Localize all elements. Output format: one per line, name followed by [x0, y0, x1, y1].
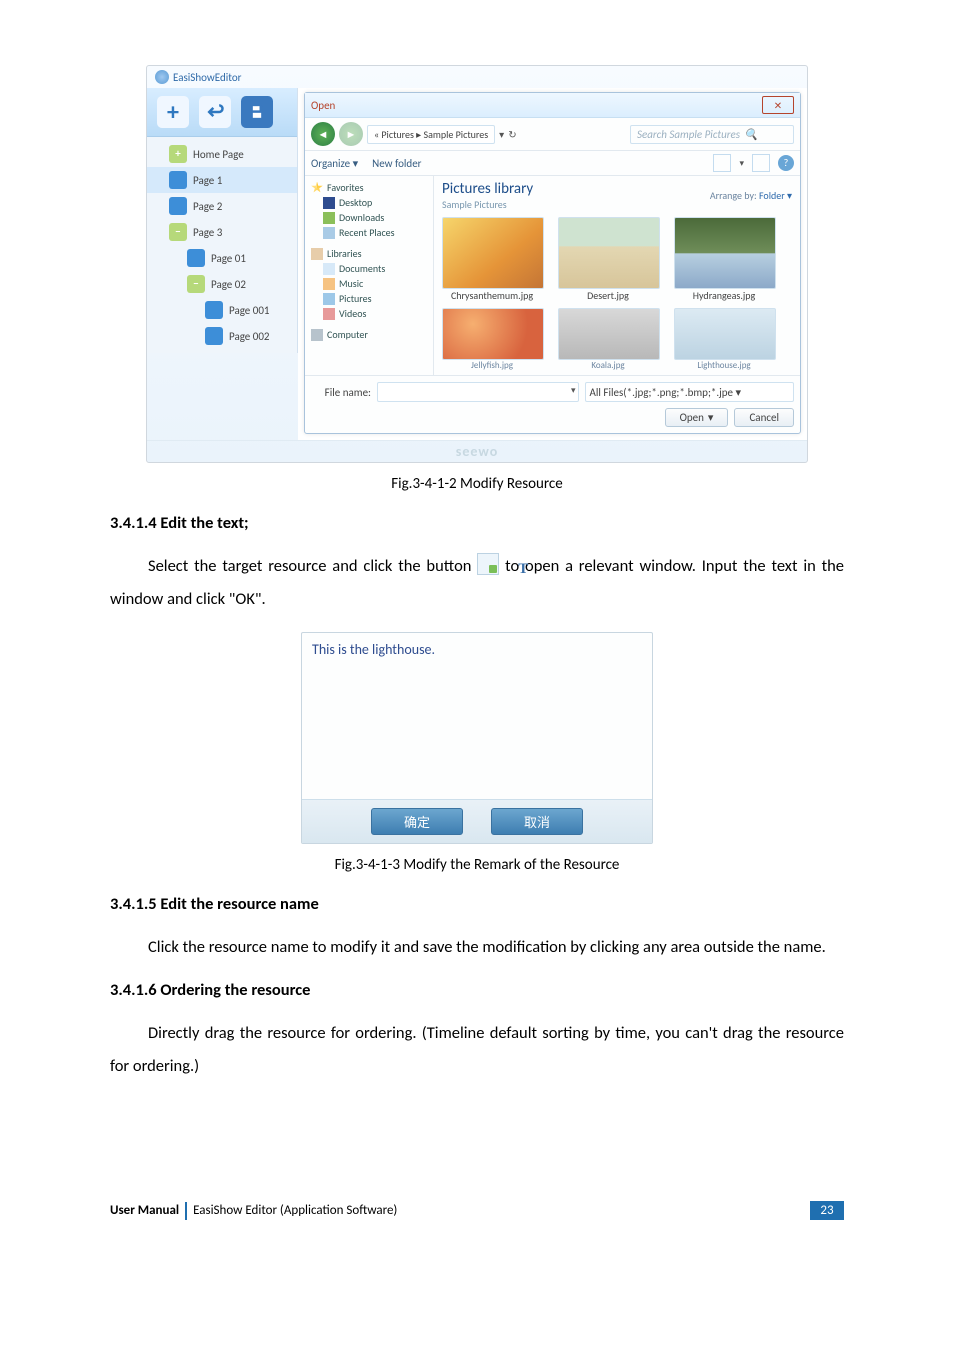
thumbnail-icon	[674, 308, 776, 360]
tree-libraries[interactable]: Libraries	[309, 246, 429, 261]
figure-caption: Fig.3-4-1-2 Modify Resource	[110, 475, 844, 493]
page-tree-item[interactable]: Page 001	[147, 297, 297, 323]
ok-button[interactable]: 确定	[371, 808, 463, 835]
thumbnail-icon	[442, 217, 544, 289]
page-tree-item[interactable]: Page 2	[147, 193, 297, 219]
file-thumb[interactable]: Hydrangeas.jpg	[674, 217, 774, 302]
page-footer: User Manual EasiShow Editor (Application…	[110, 1201, 844, 1220]
back-button[interactable]: ◄	[311, 122, 335, 146]
brand-logo: seewo	[147, 440, 807, 462]
figure-caption: Fig.3-4-1-3 Modify the Remark of the Res…	[110, 856, 844, 874]
file-thumb[interactable]: Jellyfish.jpg	[442, 308, 542, 371]
save-button[interactable]	[241, 96, 273, 128]
thumbnail-icon	[558, 217, 660, 289]
tree-downloads[interactable]: Downloads	[309, 210, 429, 225]
library-title: Pictures library	[442, 180, 533, 198]
expand-icon[interactable]: +	[169, 145, 187, 163]
undo-button[interactable]	[199, 96, 231, 128]
filename-input[interactable]: ▾	[377, 382, 579, 402]
remark-textarea[interactable]: This is the lighthouse.	[302, 633, 652, 799]
page-icon	[187, 249, 205, 267]
section-heading: 3.4.1.5 Edit the resource name	[110, 894, 844, 914]
filetype-filter[interactable]: All Files(*.jpg;*.png;*.bmp;*.jpe ▾	[585, 382, 795, 402]
page-tree-item[interactable]: Page 1	[147, 167, 297, 193]
file-thumb[interactable]: Lighthouse.jpg	[674, 308, 774, 371]
home-page-item[interactable]: Home Page	[193, 148, 244, 161]
cancel-button[interactable]: 取消	[491, 808, 583, 835]
page-tree-item[interactable]: − Page 02	[147, 271, 297, 297]
editor-screenshot: EasiShowEditor i ⏻ +	[146, 65, 808, 463]
file-thumb[interactable]: Desert.jpg	[558, 217, 658, 302]
page-icon	[169, 197, 187, 215]
edit-text-icon	[477, 553, 499, 575]
expand-icon[interactable]: −	[169, 223, 187, 241]
body-paragraph: Click the resource name to modify it and…	[110, 931, 844, 964]
body-paragraph: Directly drag the resource for ordering.…	[110, 1017, 844, 1083]
page-tree: + Home Page Page 1 Page 2 − Page 3	[147, 137, 297, 353]
page-tree-item[interactable]: − Page 3	[147, 219, 297, 245]
tree-documents[interactable]: Documents	[309, 261, 429, 276]
cancel-button[interactable]: Cancel	[734, 408, 794, 427]
thumbnail-icon	[442, 308, 544, 360]
expand-icon[interactable]: −	[187, 275, 205, 293]
tree-recent[interactable]: Recent Places	[309, 225, 429, 240]
section-heading: 3.4.1.4 Edit the text;	[110, 513, 844, 533]
filename-label: File name:	[311, 386, 371, 399]
page-number: 23	[810, 1201, 844, 1220]
page-icon	[205, 301, 223, 319]
page-tree-item[interactable]: Page 01	[147, 245, 297, 271]
close-button[interactable]: ✕	[762, 96, 794, 114]
view-mode-button[interactable]	[713, 154, 731, 172]
forward-button[interactable]: ►	[339, 122, 363, 146]
tree-pictures[interactable]: Pictures	[309, 291, 429, 306]
search-input[interactable]: Search Sample Pictures 🔍	[630, 125, 794, 144]
search-icon: 🔍	[744, 128, 758, 141]
open-button[interactable]: Open ▾	[665, 408, 729, 427]
file-thumb[interactable]: Chrysanthemum.jpg	[442, 217, 542, 302]
new-folder-button[interactable]: New folder	[372, 157, 421, 170]
arrange-label: Arrange by:	[710, 189, 757, 202]
page-icon	[169, 171, 187, 189]
help-icon[interactable]: ?	[778, 155, 794, 171]
tree-favorites[interactable]: Favorites	[309, 180, 429, 195]
folder-tree: Favorites Desktop Downloads Recent Place…	[305, 176, 434, 375]
library-subtitle: Sample Pictures	[442, 198, 533, 211]
open-dialog: Open ✕ ◄ ► « Pictures ▸ Sample Pictures …	[304, 92, 801, 434]
footer-product: EasiShow Editor (Application Software)	[193, 1203, 397, 1218]
tree-music[interactable]: Music	[309, 276, 429, 291]
breadcrumb[interactable]: « Pictures ▸ Sample Pictures	[367, 125, 495, 144]
page-tree-item[interactable]: Page 002	[147, 323, 297, 349]
tree-computer[interactable]: Computer	[309, 327, 429, 342]
footer-manual: User Manual	[110, 1203, 179, 1218]
preview-pane-button[interactable]	[752, 154, 770, 172]
body-paragraph: Select the target resource and click the…	[110, 550, 844, 616]
editor-window-title: EasiShowEditor	[173, 71, 241, 84]
tree-desktop[interactable]: Desktop	[309, 195, 429, 210]
section-heading: 3.4.1.6 Ordering the resource	[110, 980, 844, 1000]
editor-app-icon	[155, 70, 169, 84]
remark-dialog-screenshot: This is the lighthouse. 确定 取消	[301, 632, 653, 844]
footer-divider-icon	[185, 1202, 187, 1220]
arrange-by-dropdown[interactable]: Folder ▾	[759, 189, 792, 202]
organize-menu[interactable]: Organize ▾	[311, 157, 358, 170]
tree-videos[interactable]: Videos	[309, 306, 429, 321]
thumbnail-icon	[558, 308, 660, 360]
page-icon	[205, 327, 223, 345]
add-page-button[interactable]: +	[157, 96, 189, 128]
thumbnail-icon	[674, 217, 776, 289]
open-dialog-title: Open	[311, 99, 335, 112]
file-thumb[interactable]: Koala.jpg	[558, 308, 658, 371]
